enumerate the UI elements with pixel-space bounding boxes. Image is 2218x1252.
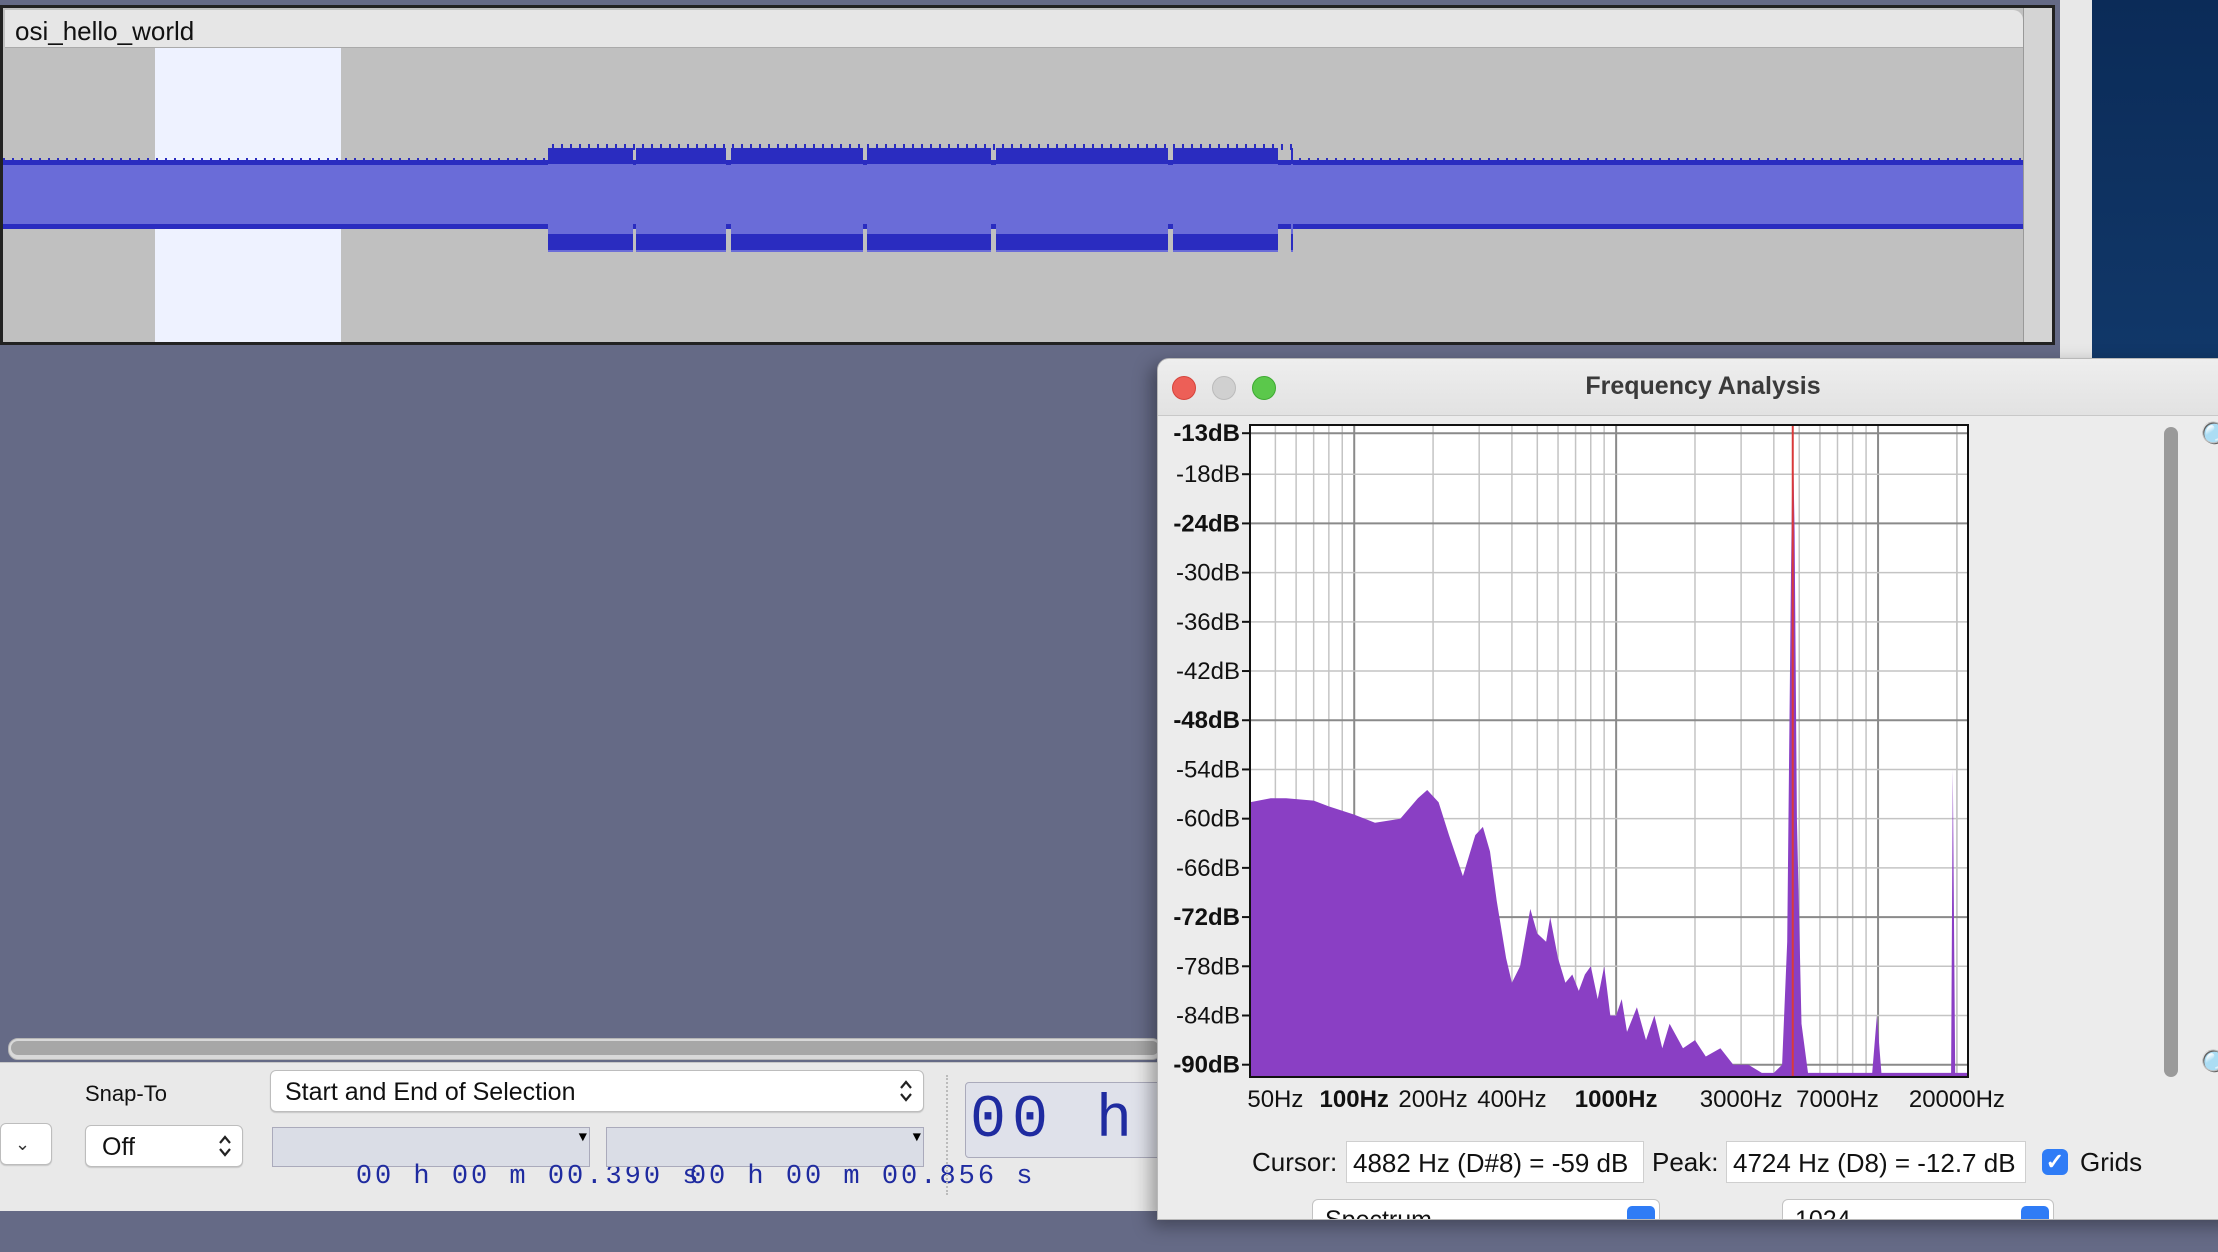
waveform-burst (636, 148, 726, 252)
waveform-burst (731, 148, 863, 252)
y-tick-label: -13dB (1173, 420, 1240, 447)
y-tick-label: -66dB (1176, 855, 1240, 882)
x-tick-label: 200Hz (1398, 1086, 1467, 1113)
frequency-analysis-window: Frequency Analysis -13dB -18dB -24dB -30dB -… (1157, 358, 2218, 1220)
selection-end-time[interactable]: 00 h 00 m 00.856 s ▼ (606, 1127, 1032, 1192)
toolbar-menu-dropdown[interactable]: ⌄ (0, 1123, 52, 1165)
track-vertical-scrollbar[interactable] (2023, 8, 2052, 342)
zoom-in-icon[interactable]: 🔍 (2200, 421, 2218, 456)
peak-readout-value: 4724 Hz (D8) = -12.7 dB (1733, 1148, 2016, 1178)
peak-label: Peak: (1652, 1147, 1719, 1177)
selection-mode-value: Start and End of Selection (285, 1078, 576, 1106)
y-tick-label: -60dB (1176, 806, 1240, 833)
waveform[interactable] (3, 8, 2052, 342)
x-tick-label: 400Hz (1477, 1086, 1546, 1113)
x-tick-label: 100Hz (1320, 1086, 1389, 1113)
x-tick-label: 7000Hz (1796, 1086, 1879, 1113)
track-name: osi_hello_world (15, 16, 195, 46)
dropdown-arrow-icon[interactable]: ▼ (913, 1130, 921, 1146)
algorithm-value: Spectrum (1325, 1206, 1432, 1220)
track-area-background (0, 348, 1160, 1034)
zoom-out-icon[interactable]: 🔍 (2200, 1049, 2218, 1084)
x-tick-label: 3000Hz (1700, 1086, 1783, 1113)
x-tick-label: 50Hz (1247, 1086, 1303, 1113)
selection-end-value: 00 h 00 m 00.856 s (689, 1162, 1036, 1192)
chevron-down-icon: ⌄ (15, 1134, 31, 1154)
horizontal-scrollbar-thumb[interactable] (11, 1041, 1159, 1055)
peak-readout: 4724 Hz (D8) = -12.7 dB (1726, 1141, 2026, 1183)
waveform-burst (1173, 148, 1278, 252)
cursor-label: Cursor: (1252, 1147, 1338, 1177)
selection-start-time[interactable]: 00 h 00 m 00.390 s ▼ (272, 1127, 698, 1192)
y-tick-label: -48dB (1173, 707, 1240, 734)
y-tick-label: -30dB (1176, 560, 1240, 587)
size-value: 1024 (1795, 1206, 1851, 1220)
y-tick-label: -42dB (1176, 658, 1240, 685)
waveform-burst (867, 148, 991, 252)
cursor-readout: 4882 Hz (D#8) = -59 dB (1346, 1141, 1644, 1183)
grids-label: Grids (2080, 1147, 2143, 1177)
x-tick-label: 1000Hz (1575, 1086, 1658, 1113)
snap-to-select[interactable]: Off (85, 1125, 243, 1167)
y-tick-label: -36dB (1176, 609, 1240, 636)
updown-chevron-icon (900, 1080, 912, 1102)
snap-to-value: Off (102, 1133, 135, 1161)
toolbar-separator (946, 1075, 950, 1195)
horizontal-scrollbar[interactable] (8, 1038, 1162, 1060)
waveform-burst (1291, 148, 1293, 252)
waveform-burst (996, 148, 1168, 252)
waveform-burst (548, 148, 633, 252)
snap-to-label: Snap-To (85, 1081, 167, 1106)
y-tick-label: -84dB (1176, 1002, 1240, 1029)
x-tick-label: 20000Hz (1909, 1086, 2005, 1113)
y-tick-label: -90dB (1173, 1052, 1240, 1079)
dropdown-arrow-icon[interactable]: ▼ (579, 1130, 587, 1146)
window-gap (2060, 0, 2092, 360)
y-tick-label: -78dB (1176, 953, 1240, 980)
chevron-updown-icon (2021, 1206, 2049, 1219)
audio-track[interactable]: osi_hello_world (0, 5, 2055, 345)
plot-vertical-scrollbar[interactable] (2164, 427, 2178, 1077)
cursor-readout-value: 4882 Hz (D#8) = -59 dB (1353, 1148, 1629, 1178)
grids-checkbox[interactable]: ✓ (2042, 1149, 2068, 1175)
y-tick-label: -24dB (1173, 510, 1240, 537)
track-title-bar[interactable]: osi_hello_world (5, 10, 2023, 48)
spectrum-plot[interactable]: -13dB -18dB -24dB -30dB -36dB -42dB -48dB -54dB… (1158, 359, 2218, 1219)
updown-chevron-icon (219, 1135, 231, 1157)
y-tick-label: -72dB (1173, 904, 1240, 931)
y-tick-label: -18dB (1176, 461, 1240, 488)
audio-position-value: 00 h 0 (970, 1087, 1164, 1155)
y-tick-label: -54dB (1176, 756, 1240, 783)
selection-mode-select[interactable]: Start and End of Selection (270, 1070, 924, 1112)
audio-position-display[interactable]: 00 h 0 (965, 1082, 1165, 1158)
chevron-updown-icon (1627, 1206, 1655, 1219)
